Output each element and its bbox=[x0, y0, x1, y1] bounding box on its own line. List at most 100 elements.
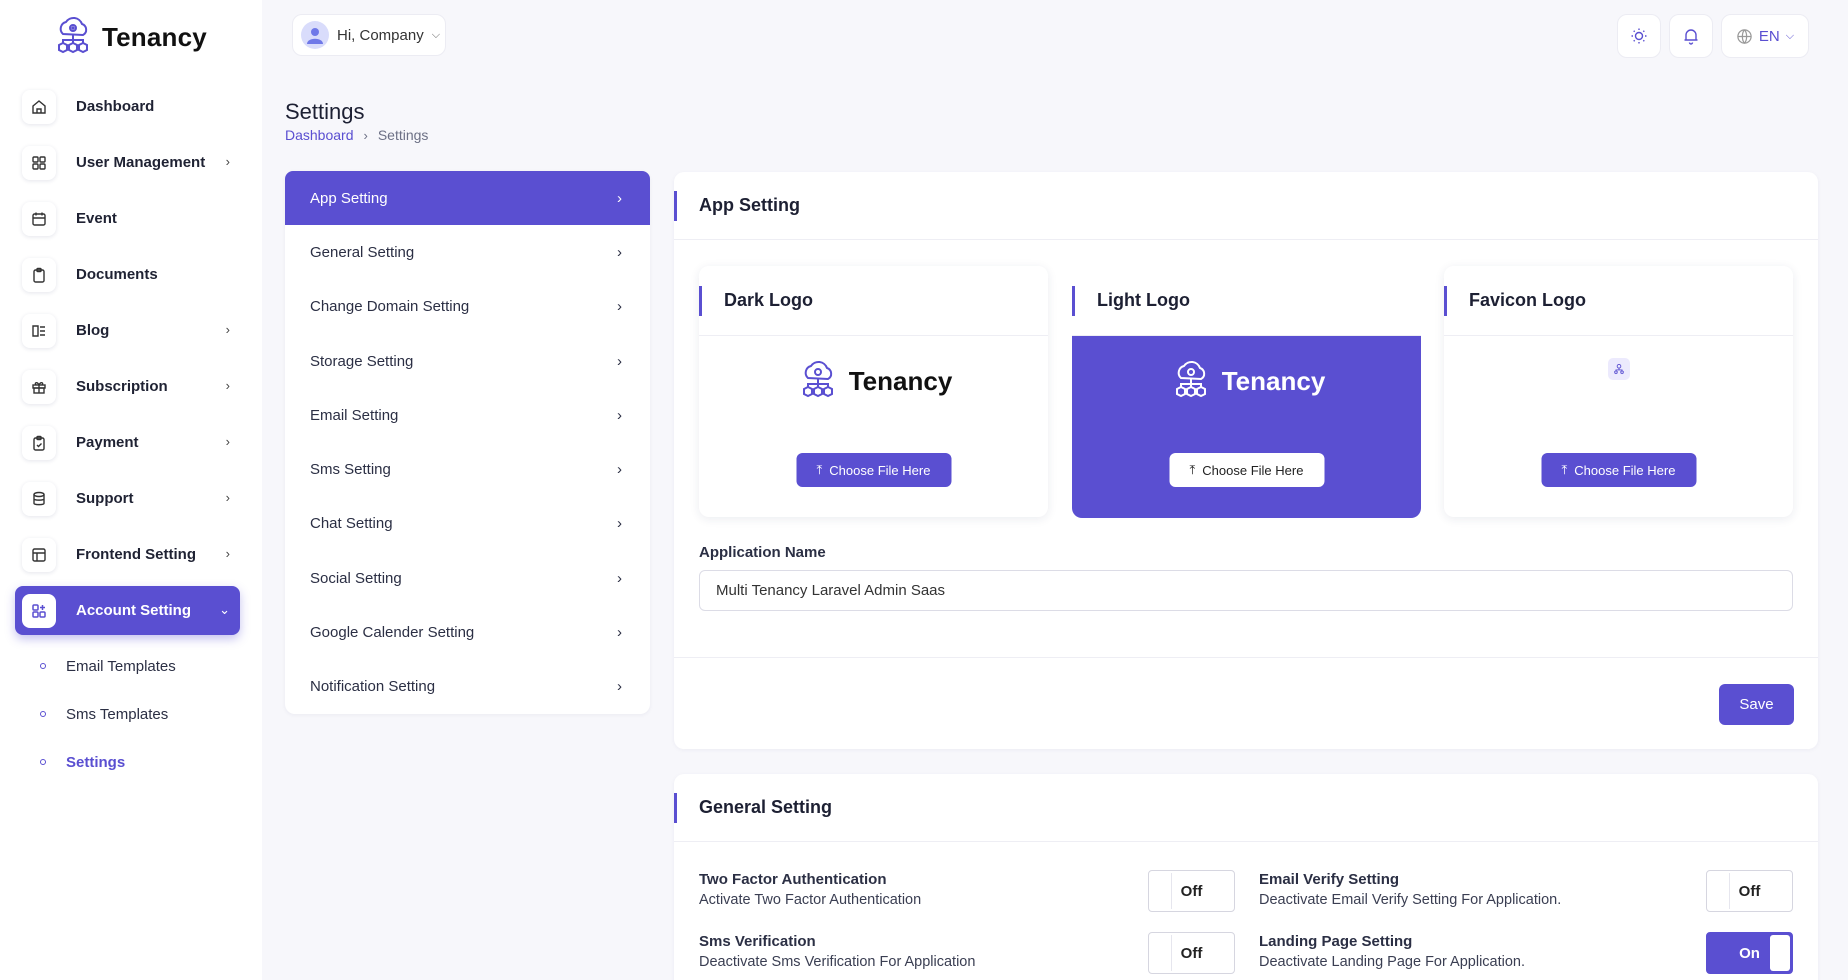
theme-toggle-button[interactable] bbox=[1617, 14, 1661, 58]
layout-icon bbox=[22, 537, 56, 572]
upload-button-label: Choose File Here bbox=[829, 462, 931, 478]
brand-name: Tenancy bbox=[102, 21, 207, 52]
sidebar-item-payment[interactable]: Payment › bbox=[15, 418, 240, 467]
sidebar-item-label: Event bbox=[76, 210, 117, 227]
settings-menu-label: Change Domain Setting bbox=[310, 298, 470, 316]
chevron-down-icon: ⌵ bbox=[431, 28, 441, 41]
dark-logo-upload-button[interactable]: ⤒ Choose File Here bbox=[796, 453, 951, 487]
sidebar: Tenancy Dashboard User Management › Even… bbox=[0, 0, 262, 980]
landing-page-toggle[interactable]: On bbox=[1706, 932, 1793, 974]
two-factor-toggle[interactable]: Off bbox=[1148, 870, 1235, 912]
sidebar-item-label: Documents bbox=[76, 266, 158, 283]
sidebar-subitem-sms-templates[interactable]: Sms Templates bbox=[15, 690, 240, 738]
save-button[interactable]: Save bbox=[1719, 684, 1794, 725]
chevron-right-icon: › bbox=[225, 546, 230, 561]
bullet-icon bbox=[40, 759, 46, 765]
sidebar-item-label: Payment bbox=[76, 434, 139, 451]
settings-menu: App Setting › General Setting › Change D… bbox=[285, 171, 650, 714]
chevron-right-icon: › bbox=[617, 678, 622, 696]
dark-logo-title: Dark Logo bbox=[699, 266, 1048, 336]
clipboard-icon bbox=[22, 257, 56, 292]
apps-icon bbox=[22, 593, 56, 628]
chevron-right-icon: › bbox=[225, 434, 230, 449]
dark-logo-text: Tenancy bbox=[848, 365, 953, 396]
sidebar-subitem-label: Sms Templates bbox=[66, 705, 169, 723]
landing-page-description: Deactivate Landing Page For Application. bbox=[1259, 954, 1526, 970]
settings-menu-label: Notification Setting bbox=[310, 678, 436, 696]
sidebar-item-label: Support bbox=[76, 490, 134, 507]
chevron-right-icon: › bbox=[225, 154, 230, 169]
chevron-right-icon: › bbox=[225, 378, 230, 393]
application-name-input[interactable] bbox=[699, 570, 1793, 611]
two-factor-title: Two Factor Authentication bbox=[699, 871, 887, 888]
settings-menu-app-setting[interactable]: App Setting › bbox=[285, 171, 650, 226]
sidebar-item-label: Frontend Setting bbox=[76, 546, 196, 563]
sidebar-subitem-email-templates[interactable]: Email Templates bbox=[15, 642, 240, 690]
upload-icon: ⤒ bbox=[816, 462, 823, 477]
settings-menu-google-calender-setting[interactable]: Google Calender Setting › bbox=[285, 605, 650, 659]
sms-verification-toggle[interactable]: Off bbox=[1148, 932, 1235, 974]
user-menu[interactable]: Hi, Company ⌵ bbox=[292, 14, 446, 56]
favicon-logo-title: Favicon Logo bbox=[1444, 266, 1793, 336]
sidebar-subitem-label: Email Templates bbox=[66, 657, 176, 675]
application-name-label: Application Name bbox=[699, 544, 826, 561]
settings-menu-sms-setting[interactable]: Sms Setting › bbox=[285, 442, 650, 496]
sidebar-item-label: Subscription bbox=[76, 378, 168, 395]
settings-menu-general-setting[interactable]: General Setting › bbox=[285, 225, 650, 279]
settings-menu-label: Chat Setting bbox=[310, 515, 393, 533]
breadcrumb-dashboard-link[interactable]: Dashboard bbox=[285, 127, 354, 143]
chevron-right-icon: › bbox=[617, 352, 622, 370]
email-verify-title: Email Verify Setting bbox=[1259, 871, 1400, 888]
sidebar-item-label: User Management bbox=[76, 154, 206, 171]
email-verify-description: Deactivate Email Verify Setting For Appl… bbox=[1259, 892, 1562, 908]
sidebar-item-documents[interactable]: Documents bbox=[15, 250, 240, 299]
settings-menu-label: Google Calender Setting bbox=[310, 624, 475, 642]
sidebar-item-subscription[interactable]: Subscription › bbox=[15, 362, 240, 411]
sidebar-item-blog[interactable]: Blog › bbox=[15, 306, 240, 355]
chevron-right-icon: › bbox=[617, 406, 622, 424]
app-setting-title: App Setting bbox=[674, 172, 1818, 240]
sidebar-nav: Dashboard User Management › Event Docume… bbox=[15, 82, 240, 786]
page-title: Settings bbox=[285, 99, 365, 124]
payment-icon bbox=[22, 425, 56, 460]
bell-icon bbox=[1684, 29, 1698, 45]
brand-logo[interactable]: Tenancy bbox=[50, 14, 207, 60]
two-factor-description: Activate Two Factor Authentication bbox=[699, 892, 922, 908]
avatar bbox=[301, 21, 329, 49]
light-logo-text: Tenancy bbox=[1221, 365, 1326, 396]
favicon-upload-button[interactable]: ⤒ Choose File Here bbox=[1541, 453, 1696, 487]
settings-menu-social-setting[interactable]: Social Setting › bbox=[285, 551, 650, 605]
settings-menu-email-setting[interactable]: Email Setting › bbox=[285, 388, 650, 442]
notifications-button[interactable] bbox=[1669, 14, 1713, 58]
upload-button-label: Choose File Here bbox=[1574, 462, 1676, 478]
language-selector[interactable]: EN ⌵ bbox=[1721, 14, 1809, 58]
sms-verification-title: Sms Verification bbox=[699, 933, 816, 950]
gift-icon bbox=[22, 369, 56, 404]
sun-icon bbox=[1631, 28, 1647, 44]
settings-menu-chat-setting[interactable]: Chat Setting › bbox=[285, 497, 650, 551]
chevron-right-icon: › bbox=[617, 189, 622, 207]
light-logo-upload-button[interactable]: ⤒ Choose File Here bbox=[1169, 453, 1324, 487]
sidebar-item-dashboard[interactable]: Dashboard bbox=[15, 82, 240, 131]
sidebar-item-account-setting[interactable]: Account Setting ⌄ bbox=[15, 586, 240, 635]
divider bbox=[674, 657, 1818, 658]
settings-menu-storage-setting[interactable]: Storage Setting › bbox=[285, 334, 650, 388]
chevron-right-icon: › bbox=[617, 461, 622, 479]
sidebar-item-event[interactable]: Event bbox=[15, 194, 240, 243]
chevron-right-icon: › bbox=[617, 624, 622, 642]
sidebar-subitem-settings[interactable]: Settings bbox=[15, 738, 240, 786]
sidebar-item-support[interactable]: Support › bbox=[15, 474, 240, 523]
email-verify-toggle[interactable]: Off bbox=[1706, 870, 1793, 912]
chevron-right-icon: › bbox=[225, 490, 230, 505]
sidebar-item-user-management[interactable]: User Management › bbox=[15, 138, 240, 187]
settings-menu-notification-setting[interactable]: Notification Setting › bbox=[285, 660, 650, 714]
light-logo-card: Light Logo Tenancy ⤒ Choose File Here bbox=[1072, 266, 1421, 518]
breadcrumb: Dashboard › Settings bbox=[285, 127, 428, 143]
language-code: EN bbox=[1758, 27, 1780, 45]
settings-menu-label: App Setting bbox=[310, 189, 388, 207]
settings-menu-change-domain-setting[interactable]: Change Domain Setting › bbox=[285, 280, 650, 334]
chevron-right-icon: › bbox=[617, 515, 622, 533]
sidebar-item-frontend-setting[interactable]: Frontend Setting › bbox=[15, 530, 240, 579]
grid-icon bbox=[22, 145, 56, 180]
upload-button-label: Choose File Here bbox=[1202, 462, 1304, 478]
